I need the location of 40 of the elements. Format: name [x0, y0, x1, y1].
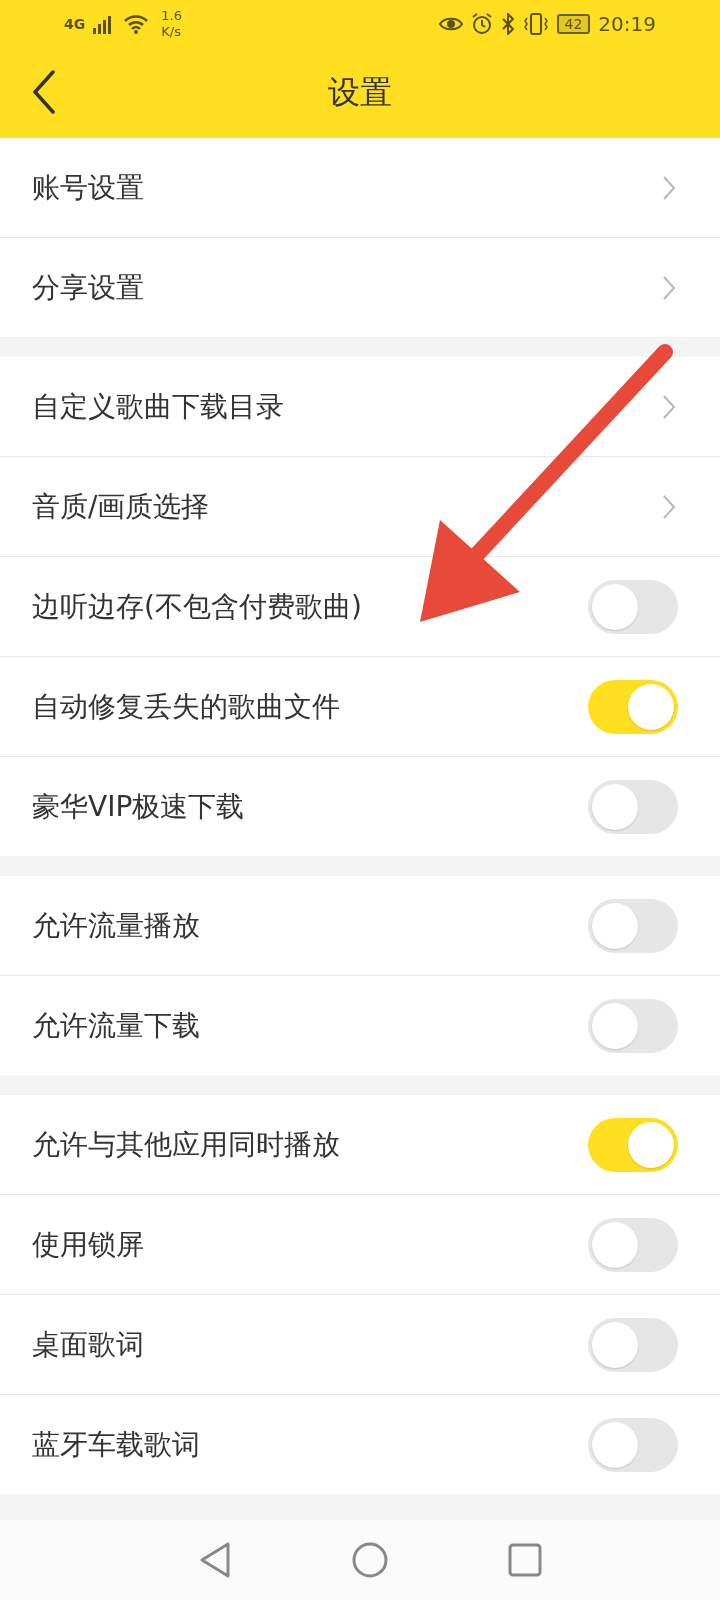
setting-label: 允许流量下载: [32, 1007, 201, 1044]
setting-label: 账号设置: [32, 169, 145, 206]
setting-label: 边听边存(不包含付费歌曲): [32, 588, 363, 625]
setting-label: 豪华VIP极速下载: [32, 788, 246, 825]
vibrate-icon: [522, 13, 549, 35]
speed-unit: K/s: [161, 24, 182, 40]
toggle-switch[interactable]: [588, 1217, 678, 1272]
network-type: 4G: [64, 16, 86, 32]
toggle-switch[interactable]: [588, 579, 678, 634]
toggle-switch[interactable]: [588, 898, 678, 953]
setting-label: 桌面歌词: [32, 1326, 145, 1363]
toggle-switch[interactable]: [588, 679, 678, 734]
setting-label: 分享设置: [32, 269, 145, 306]
chevron-icon[interactable]: [662, 174, 676, 201]
battery-level: 42: [556, 14, 591, 34]
eye-icon: [438, 15, 463, 33]
recents-nav-button[interactable]: [508, 1543, 542, 1577]
chevron-icon[interactable]: [662, 393, 676, 420]
setting-label: 允许与其他应用同时播放: [32, 1126, 341, 1163]
toggle-switch[interactable]: [588, 998, 678, 1053]
home-nav-button[interactable]: [352, 1542, 388, 1578]
toggle-switch[interactable]: [588, 1417, 678, 1472]
toggle-switch[interactable]: [588, 1317, 678, 1372]
setting-label: 自定义歌曲下载目录: [32, 388, 285, 425]
bluetooth-icon: [500, 13, 515, 35]
alarm-icon: [470, 13, 493, 35]
page-title: 设置: [328, 72, 392, 113]
speed-value: 1.6: [161, 8, 182, 24]
setting-label: 自动修复丢失的歌曲文件: [32, 688, 341, 725]
toggle-switch[interactable]: [588, 779, 678, 834]
setting-label: 允许流量播放: [32, 907, 201, 944]
setting-label: 使用锁屏: [32, 1226, 145, 1263]
clock-time: 20:19: [598, 12, 656, 36]
chevron-icon[interactable]: [662, 493, 676, 520]
setting-label: 音质/画质选择: [32, 488, 211, 525]
toggle-switch[interactable]: [588, 1117, 678, 1172]
back-nav-button[interactable]: [198, 1541, 232, 1579]
setting-label: 蓝牙车载歌词: [32, 1426, 201, 1463]
wifi-icon: [123, 14, 150, 34]
chevron-icon[interactable]: [662, 274, 676, 301]
